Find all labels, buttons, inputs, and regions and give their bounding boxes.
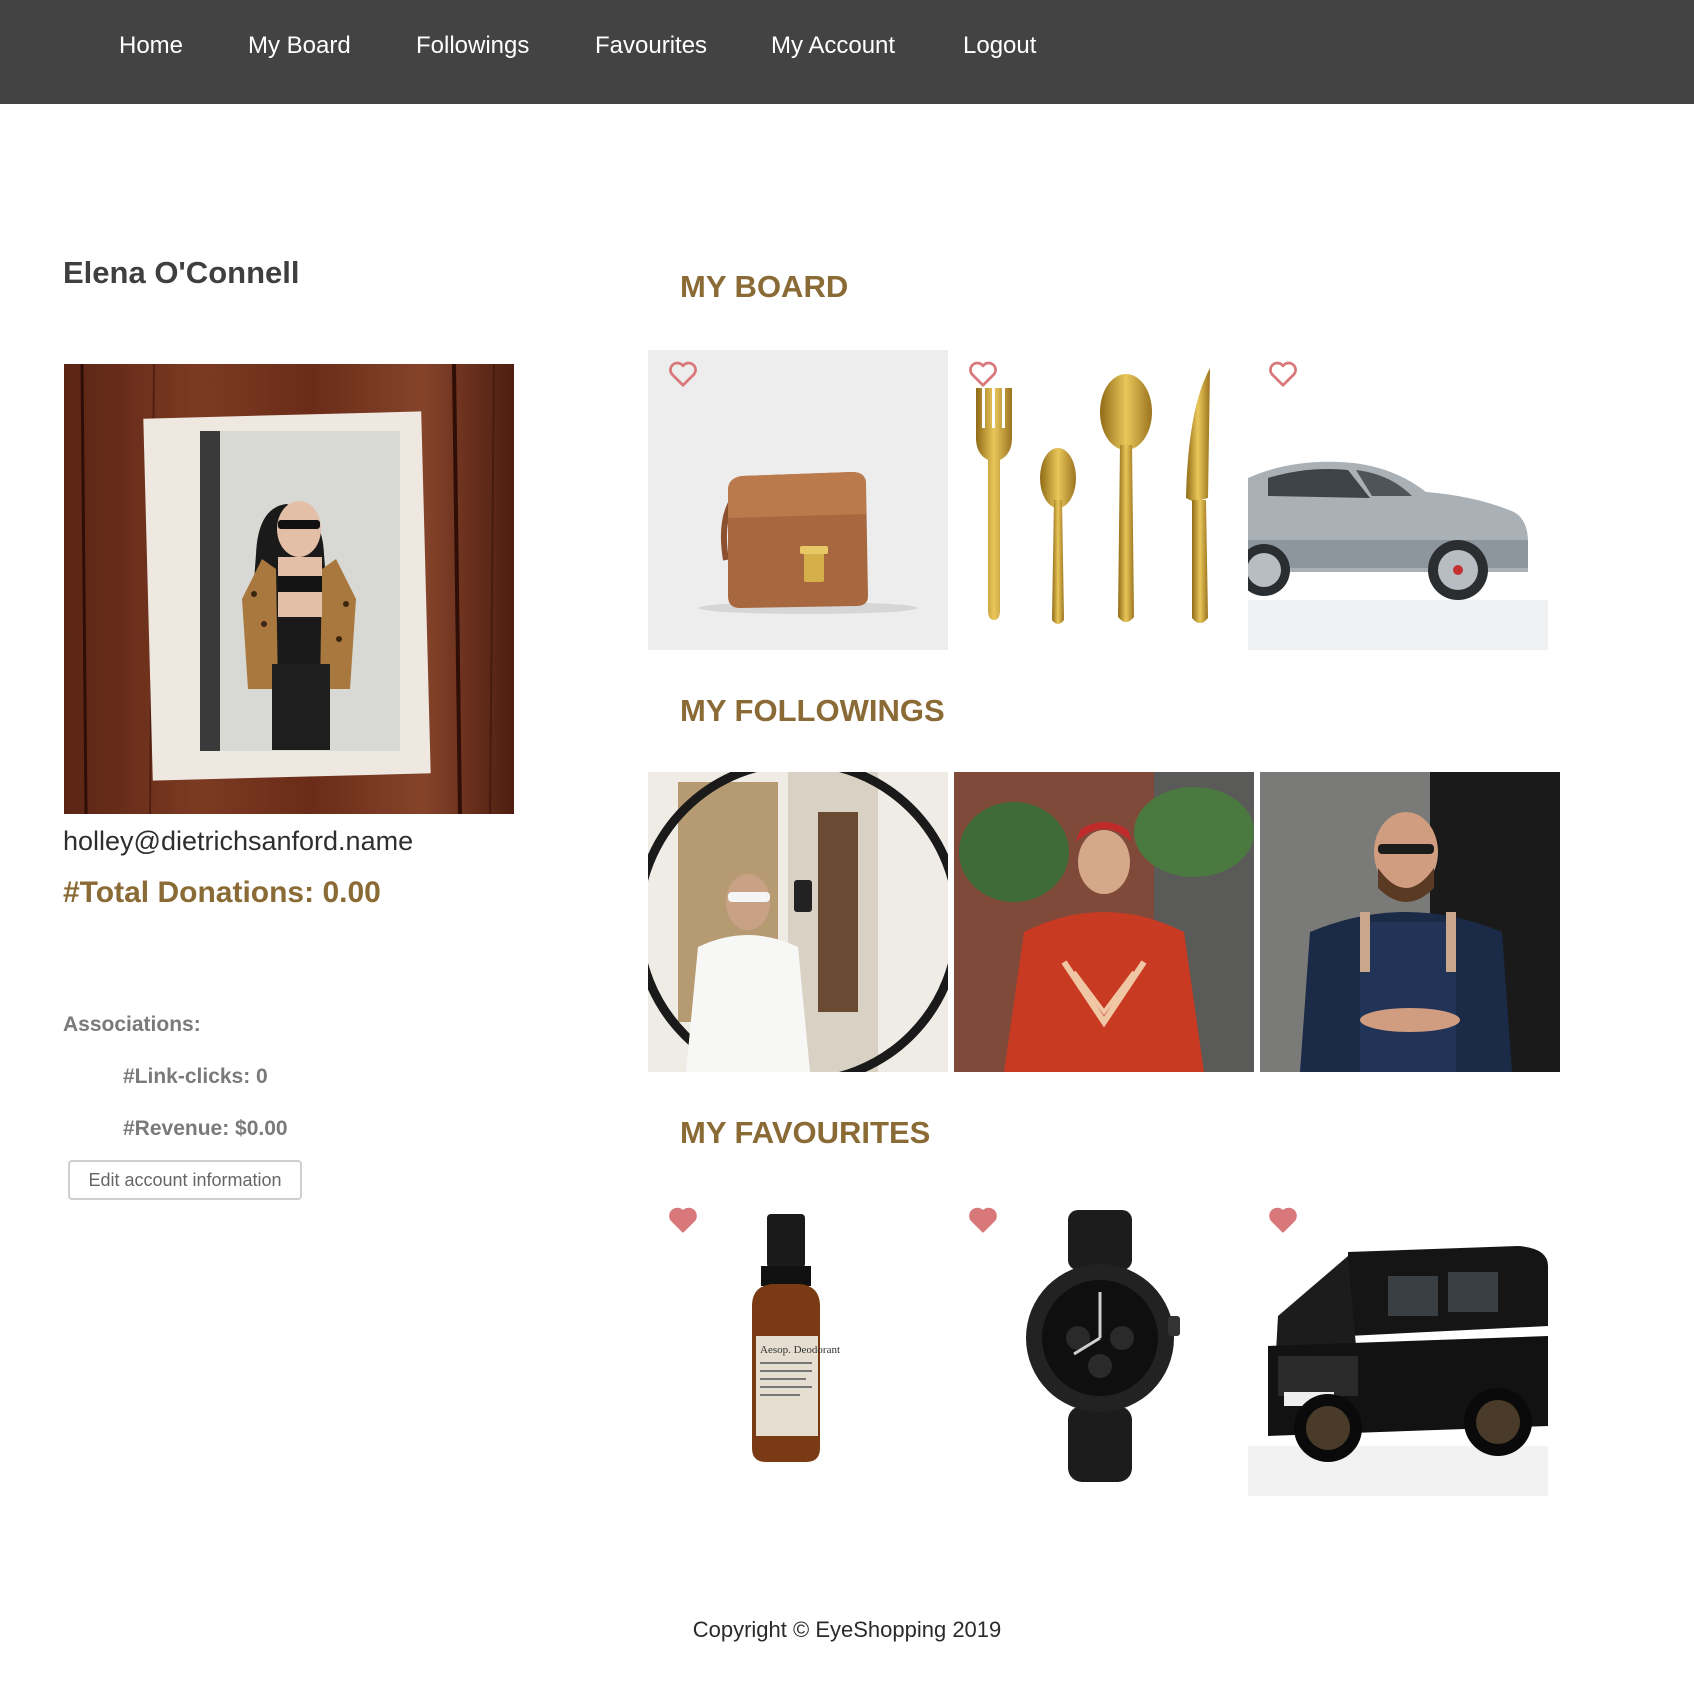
nav-followings-link[interactable]: Followings <box>416 30 529 62</box>
following-photo-red-shirt <box>954 772 1254 1072</box>
my-board-title: MY BOARD <box>680 269 849 304</box>
following-user-3[interactable] <box>1260 772 1560 1072</box>
board-item-cutlery[interactable] <box>948 350 1248 650</box>
handbag-image <box>698 472 918 614</box>
heart-outline-icon[interactable] <box>1268 360 1298 388</box>
nav-favourites-link[interactable]: Favourites <box>595 30 707 62</box>
footer-copyright: Copyright © EyeShopping 2019 <box>692 1617 1002 1642</box>
link-clicks-stat: #Link-clicks: 0 <box>123 1065 268 1088</box>
wristwatch-image <box>1026 1210 1180 1482</box>
profile-email: holley@dietrichsanford.name <box>63 826 414 856</box>
associations-label: Associations: <box>63 1013 201 1036</box>
following-user-1[interactable] <box>648 772 948 1072</box>
sports-car-image <box>1248 461 1548 650</box>
following-photo-apron <box>1260 772 1560 1072</box>
my-favourites-title: MY FAVOURITES <box>680 1115 931 1150</box>
revenue-stat: #Revenue: $0.00 <box>123 1117 288 1140</box>
favourite-item-suv[interactable] <box>1248 1196 1548 1496</box>
edit-account-button[interactable]: Edit account information <box>68 1160 302 1200</box>
nav-my-board-link[interactable]: My Board <box>248 30 351 62</box>
favourite-item-watch[interactable] <box>948 1196 1248 1496</box>
heart-outline-icon[interactable] <box>968 360 998 388</box>
following-user-2[interactable] <box>954 772 1254 1072</box>
profile-name: Elena O'Connell <box>63 255 300 290</box>
board-item-sports-car[interactable] <box>1248 350 1548 650</box>
deodorant-label-text: Aesop. Deodorant <box>760 1344 840 1356</box>
nav-logout-link[interactable]: Logout <box>963 30 1036 62</box>
nav-home-link[interactable]: Home <box>119 30 183 62</box>
heart-outline-icon[interactable] <box>668 360 698 388</box>
following-photo-robe <box>648 772 948 1072</box>
top-navigation-bar: Home My Board Followings Favourites My A… <box>0 0 1694 104</box>
total-donations: #Total Donations: 0.00 <box>63 876 381 909</box>
board-item-handbag[interactable] <box>648 350 948 650</box>
heart-filled-icon[interactable] <box>668 1206 698 1234</box>
suv-image <box>1248 1246 1548 1496</box>
heart-filled-icon[interactable] <box>1268 1206 1298 1234</box>
cutlery-image <box>976 368 1210 624</box>
heart-filled-icon[interactable] <box>968 1206 998 1234</box>
favourite-item-deodorant[interactable]: Aesop. Deodorant <box>648 1196 948 1496</box>
nav-my-account-link[interactable]: My Account <box>771 30 895 62</box>
deodorant-bottle-image: Aesop. Deodorant <box>752 1214 840 1462</box>
profile-photo <box>64 364 514 814</box>
my-followings-title: MY FOLLOWINGS <box>680 693 945 728</box>
